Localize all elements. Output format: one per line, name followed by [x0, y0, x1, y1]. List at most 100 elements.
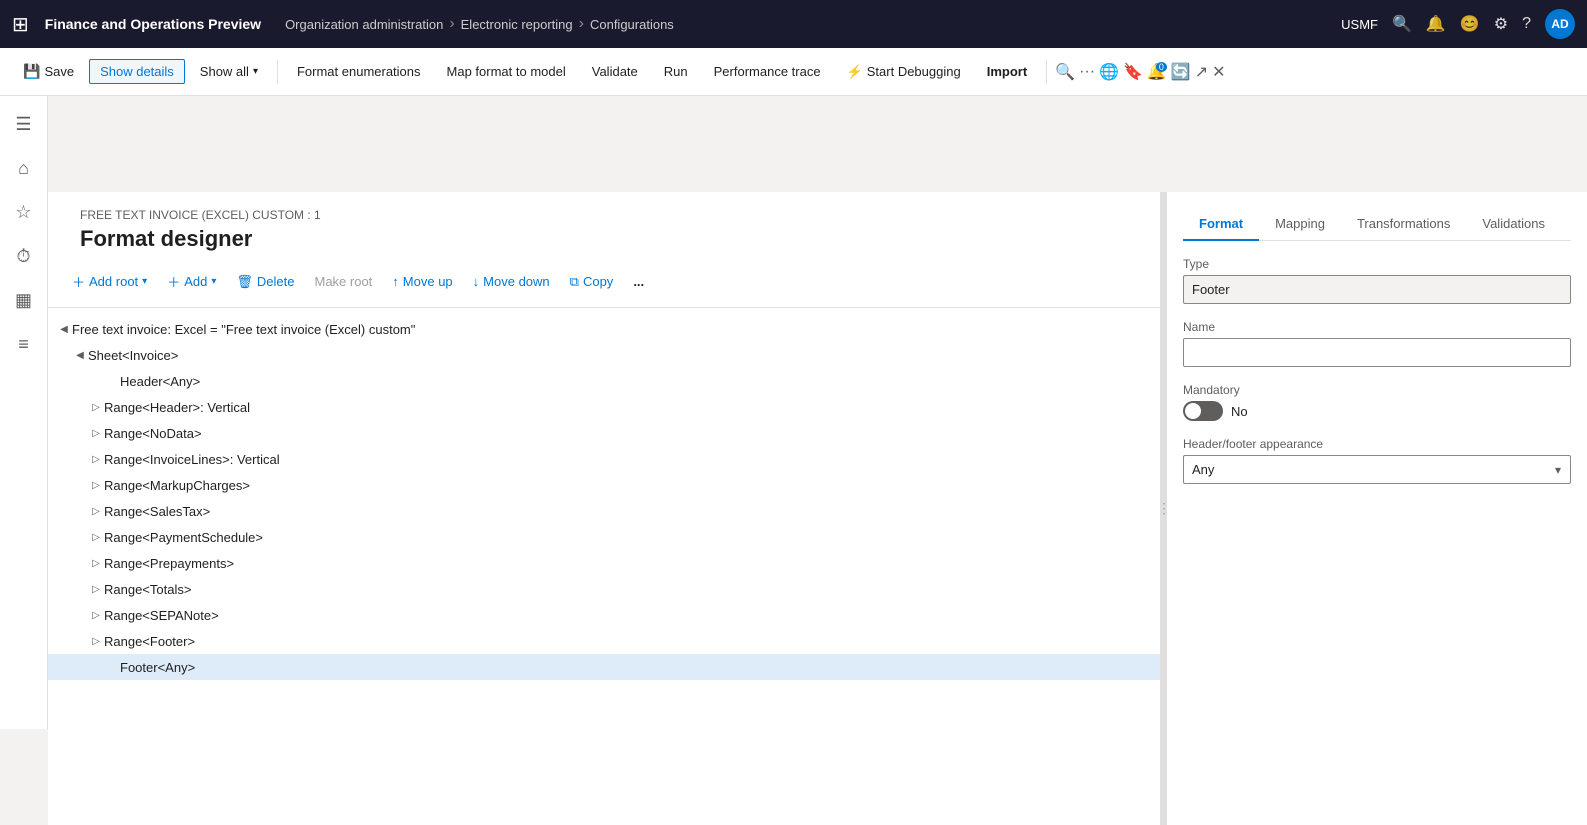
tree: ◀ Free text invoice: Excel = "Free text … [48, 308, 1160, 688]
search-toolbar-icon[interactable]: 🔍 [1055, 62, 1075, 82]
tree-item-label: Range<Totals> [104, 582, 1152, 597]
tree-toggle[interactable]: ▷ [88, 607, 104, 623]
tree-item[interactable]: ▷ Range<PaymentSchedule> [48, 524, 1160, 550]
delete-button[interactable]: 🗑 Delete [228, 270, 302, 294]
name-input[interactable] [1183, 338, 1571, 367]
tab-transformations[interactable]: Transformations [1341, 208, 1466, 241]
header-footer-select[interactable]: Any Even page Odd page First page [1183, 455, 1571, 484]
bookmark-icon[interactable]: 🔖 [1123, 62, 1143, 82]
tree-item[interactable]: ▷ Range<SalesTax> [48, 498, 1160, 524]
tree-toggle[interactable]: ▷ [88, 425, 104, 441]
tree-item[interactable]: ▷ Range<Totals> [48, 576, 1160, 602]
tree-item[interactable]: ▷ Header<Any> [48, 368, 1160, 394]
right-panel: Format Mapping Transformations Validatio… [1167, 192, 1587, 825]
tree-toggle[interactable]: ◀ [72, 347, 88, 363]
sidebar-icon-recent[interactable]: ⏱ [4, 236, 44, 276]
tree-panel: FREE TEXT INVOICE (EXCEL) CUSTOM : 1 For… [48, 192, 1161, 825]
avatar[interactable]: AD [1545, 9, 1575, 39]
close-icon[interactable]: ✕ [1212, 62, 1225, 82]
more-toolbar-icon[interactable]: ··· [1079, 63, 1095, 81]
tab-format[interactable]: Format [1183, 208, 1259, 241]
tab-validations[interactable]: Validations [1466, 208, 1561, 241]
name-field-group: Name [1183, 320, 1571, 367]
help-icon[interactable]: ? [1522, 15, 1531, 33]
search-icon[interactable]: 🔍 [1392, 14, 1412, 34]
save-icon: 💾 [23, 63, 40, 80]
add-root-button[interactable]: ＋ Add root ▾ [64, 268, 155, 295]
tree-toggle[interactable]: ▷ [88, 633, 104, 649]
run-button[interactable]: Run [653, 59, 699, 84]
tree-toggle[interactable]: ▷ [88, 529, 104, 545]
tree-item-label: Range<InvoiceLines>: Vertical [104, 452, 1152, 467]
import-button[interactable]: Import [976, 59, 1038, 84]
tree-item[interactable]: ◀ Sheet<Invoice> [48, 342, 1160, 368]
validate-button[interactable]: Validate [581, 59, 649, 84]
tree-item-label: Range<PaymentSchedule> [104, 530, 1152, 545]
performance-trace-button[interactable]: Performance trace [703, 59, 832, 84]
org-label: USMF [1341, 17, 1378, 32]
add-chevron: ▾ [211, 276, 216, 287]
name-label: Name [1183, 320, 1571, 334]
type-input[interactable] [1183, 275, 1571, 304]
mandatory-toggle[interactable] [1183, 401, 1223, 421]
show-all-button[interactable]: Show all ▾ [189, 59, 269, 84]
sidebar-icon-home[interactable]: ⌂ [4, 148, 44, 188]
save-button[interactable]: 💾 Save [12, 58, 85, 85]
move-up-button[interactable]: ↑ Move up [384, 270, 460, 293]
sidebar-icon-menu[interactable]: ☰ [4, 104, 44, 144]
type-field-group: Type [1183, 257, 1571, 304]
tree-toggle[interactable]: ◀ [56, 321, 72, 337]
mandatory-toggle-row: No [1183, 401, 1571, 421]
tree-item-label: Range<MarkupCharges> [104, 478, 1152, 493]
top-bar-right: USMF 🔍 🔔 😊 ⚙ ? AD [1341, 9, 1575, 39]
toolbar-sep-2 [1046, 60, 1047, 84]
tree-item-label: Range<SalesTax> [104, 504, 1152, 519]
tree-item-selected[interactable]: ▷ Footer<Any> [48, 654, 1160, 680]
format-enumerations-button[interactable]: Format enumerations [286, 59, 432, 84]
show-details-button[interactable]: Show details [89, 59, 185, 84]
globe-icon[interactable]: 🌐 [1099, 62, 1119, 82]
add-icon: ＋ [167, 272, 180, 291]
top-bar: ⊞ Finance and Operations Preview Organiz… [0, 0, 1587, 48]
sidebar-icon-workspaces[interactable]: ▦ [4, 280, 44, 320]
sidebar-icon-favorites[interactable]: ☆ [4, 192, 44, 232]
breadcrumb-configurations[interactable]: Configurations [590, 17, 674, 32]
main-content: FREE TEXT INVOICE (EXCEL) CUSTOM : 1 For… [48, 192, 1587, 825]
tree-item[interactable]: ▷ Range<NoData> [48, 420, 1160, 446]
add-button[interactable]: ＋ Add ▾ [159, 268, 224, 295]
tree-toggle[interactable]: ▷ [88, 555, 104, 571]
open-new-icon[interactable]: ↗ [1195, 62, 1208, 82]
tree-item[interactable]: ◀ Free text invoice: Excel = "Free text … [48, 316, 1160, 342]
tree-item[interactable]: ▷ Range<Prepayments> [48, 550, 1160, 576]
start-debugging-button[interactable]: ⚡ Start Debugging [836, 59, 972, 85]
breadcrumb-electronic-reporting[interactable]: Electronic reporting [461, 17, 573, 32]
more-button[interactable]: ... [625, 270, 652, 293]
sidebar-icon-modules[interactable]: ≡ [4, 324, 44, 364]
copy-icon: ⧉ [570, 274, 579, 290]
tree-item[interactable]: ▷ Range<InvoiceLines>: Vertical [48, 446, 1160, 472]
tree-item[interactable]: ▷ Range<SEPANote> [48, 602, 1160, 628]
notification-badge-icon[interactable]: 🔔0 [1147, 62, 1167, 82]
tree-toggle[interactable]: ▷ [88, 503, 104, 519]
move-down-button[interactable]: ↓ Move down [465, 270, 558, 293]
copy-button[interactable]: ⧉ Copy [562, 270, 622, 294]
tree-toggle[interactable]: ▷ [88, 399, 104, 415]
tree-toggle[interactable]: ▷ [88, 581, 104, 597]
tab-mapping[interactable]: Mapping [1259, 208, 1341, 241]
tree-item[interactable]: ▷ Range<Footer> [48, 628, 1160, 654]
map-format-button[interactable]: Map format to model [436, 59, 577, 84]
toggle-knob [1185, 403, 1201, 419]
settings-icon[interactable]: ⚙ [1494, 14, 1508, 34]
bell-icon[interactable]: 🔔 [1426, 14, 1446, 34]
smiley-icon[interactable]: 😊 [1460, 14, 1480, 34]
tree-item[interactable]: ▷ Range<Header>: Vertical [48, 394, 1160, 420]
tree-toggle[interactable]: ▷ [88, 451, 104, 467]
tree-item[interactable]: ▷ Range<MarkupCharges> [48, 472, 1160, 498]
breadcrumb-org-admin[interactable]: Organization administration [285, 17, 443, 32]
tree-item-label: Free text invoice: Excel = "Free text in… [72, 322, 1152, 337]
app-grid-icon[interactable]: ⊞ [12, 12, 29, 37]
breadcrumb-sep-2: › [579, 15, 584, 33]
tree-item-label: Range<NoData> [104, 426, 1152, 441]
refresh-icon[interactable]: 🔄 [1171, 62, 1191, 82]
tree-toggle[interactable]: ▷ [88, 477, 104, 493]
